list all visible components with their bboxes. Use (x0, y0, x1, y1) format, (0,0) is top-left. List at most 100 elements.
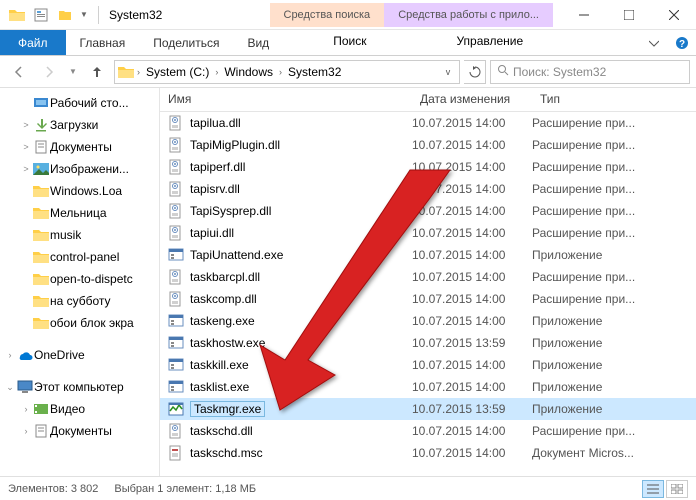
file-row[interactable]: taskkill.exe10.07.2015 14:00Приложение (160, 354, 696, 376)
file-date: 10.07.2015 14:00 (412, 138, 532, 152)
file-row[interactable]: TapiMigPlugin.dll10.07.2015 14:00Расшире… (160, 134, 696, 156)
file-row[interactable]: tapilua.dll10.07.2015 14:00Расширение пр… (160, 112, 696, 134)
chevron-right-icon[interactable]: › (213, 67, 220, 77)
column-date[interactable]: Дата изменения (412, 88, 532, 111)
file-row[interactable]: taskhostw.exe10.07.2015 13:59Приложение (160, 332, 696, 354)
chevron-icon[interactable]: > (20, 142, 32, 152)
file-row[interactable]: taskcomp.dll10.07.2015 14:00Расширение п… (160, 288, 696, 310)
file-row[interactable]: tapisrv.dll10.07.2015 14:00Расширение пр… (160, 178, 696, 200)
file-type: Расширение при... (532, 270, 696, 284)
file-icon (168, 203, 184, 219)
file-row[interactable]: tapiui.dll10.07.2015 14:00Расширение при… (160, 222, 696, 244)
folder-icon (32, 206, 50, 220)
forward-button[interactable] (36, 59, 62, 85)
breadcrumb-item[interactable]: System32 (284, 65, 345, 79)
sidebar-item[interactable]: >Документы (0, 136, 159, 158)
tab-manage[interactable]: Управление (436, 30, 543, 55)
file-date: 10.07.2015 14:00 (412, 270, 532, 284)
breadcrumb-item[interactable]: System (C:) (142, 65, 213, 79)
sidebar-item[interactable]: >Загрузки (0, 114, 159, 136)
sidebar-item-thispc[interactable]: ⌄ Этот компьютер (0, 376, 159, 398)
sidebar-item-onedrive[interactable]: › OneDrive (0, 344, 159, 366)
qat-dropdown-icon[interactable]: ▼ (78, 4, 90, 26)
column-type[interactable]: Тип (532, 88, 696, 111)
file-row[interactable]: TapiUnattend.exe10.07.2015 14:00Приложен… (160, 244, 696, 266)
sidebar-item[interactable]: >Изображени... (0, 158, 159, 180)
help-icon[interactable]: ? (668, 30, 696, 55)
file-row[interactable]: tasklist.exe10.07.2015 14:00Приложение (160, 376, 696, 398)
file-row[interactable]: taskbarcpl.dll 10.07.2015 14:00Расширение… (160, 266, 696, 288)
file-type: Приложение (532, 358, 696, 372)
chevron-right-icon[interactable]: › (277, 67, 284, 77)
address-dropdown-icon[interactable]: v (439, 67, 457, 77)
file-row[interactable]: tapiperf.dll10.07.2015 14:00Расширение п… (160, 156, 696, 178)
folder-icon (32, 228, 50, 242)
contextual-tab-app[interactable]: Средства работы с прило... (384, 3, 553, 27)
sidebar-item[interactable]: на субботу (0, 290, 159, 312)
file-rows[interactable]: tapilua.dll10.07.2015 14:00Расширение пр… (160, 112, 696, 476)
sidebar-item-documents[interactable]: › Документы (0, 420, 159, 442)
details-view-button[interactable] (642, 480, 664, 498)
file-type: Приложение (532, 380, 696, 394)
ribbon-expand-icon[interactable] (640, 30, 668, 55)
properties-icon[interactable] (30, 4, 52, 26)
file-icon (168, 401, 184, 417)
file-name: taskhostw.exe (190, 336, 265, 350)
navigation-pane[interactable]: Рабочий сто...>Загрузки>Документы>Изобра… (0, 88, 160, 476)
file-type: Приложение (532, 336, 696, 350)
icons-view-button[interactable] (666, 480, 688, 498)
breadcrumb-item[interactable]: Windows (220, 65, 277, 79)
tab-view[interactable]: Вид (233, 30, 283, 55)
chevron-icon[interactable]: > (20, 120, 32, 130)
file-date: 10.07.2015 14:00 (412, 204, 532, 218)
contextual-tab-search[interactable]: Средства поиска (270, 3, 385, 27)
file-row[interactable]: Taskmgr.exe10.07.2015 13:59Приложение (160, 398, 696, 420)
column-name[interactable]: Имя (160, 88, 412, 111)
tab-search[interactable]: Поиск (313, 30, 386, 55)
folder-icon (6, 4, 28, 26)
file-type: Расширение при... (532, 292, 696, 306)
chevron-right-icon[interactable]: › (135, 67, 142, 77)
tab-home[interactable]: Главная (66, 30, 140, 55)
sidebar-item[interactable]: Рабочий сто... (0, 92, 159, 114)
file-icon (168, 379, 184, 395)
file-type: Документ Micros... (532, 446, 696, 460)
sidebar-item[interactable]: control-panel (0, 246, 159, 268)
tab-file[interactable]: Файл (0, 30, 66, 55)
new-folder-icon[interactable] (54, 4, 76, 26)
search-input[interactable]: Поиск: System32 (490, 60, 690, 84)
file-name: taskbarcpl.dll (190, 270, 260, 284)
back-button[interactable] (6, 59, 32, 85)
sidebar-item[interactable]: open-to-dispetc (0, 268, 159, 290)
sidebar-item[interactable]: Мельница (0, 202, 159, 224)
file-row[interactable]: taskeng.exe10.07.2015 14:00Приложение (160, 310, 696, 332)
file-row[interactable]: taskschd.msc10.07.2015 14:00Документ Mic… (160, 442, 696, 464)
refresh-button[interactable] (464, 60, 486, 84)
folder-icon (32, 272, 50, 286)
column-headers: Имя Дата изменения Тип (160, 88, 696, 112)
sidebar-item[interactable]: обои блок экра (0, 312, 159, 334)
file-icon (168, 159, 184, 175)
chevron-icon[interactable]: > (20, 164, 32, 174)
file-date: 10.07.2015 14:00 (412, 182, 532, 196)
sidebar-item-video[interactable]: › Видео (0, 398, 159, 420)
maximize-button[interactable] (606, 0, 651, 30)
up-button[interactable] (84, 59, 110, 85)
file-date: 10.07.2015 14:00 (412, 248, 532, 262)
minimize-button[interactable] (561, 0, 606, 30)
chevron-down-icon[interactable]: ⌄ (4, 382, 16, 393)
file-name: TapiSysprep.dll (190, 204, 271, 218)
chevron-right-icon[interactable]: › (4, 350, 16, 360)
tab-share[interactable]: Поделиться (139, 30, 233, 55)
close-button[interactable] (651, 0, 696, 30)
recent-dropdown-icon[interactable]: ▼ (66, 59, 80, 85)
file-row[interactable]: taskschd.dll10.07.2015 14:00Расширение п… (160, 420, 696, 442)
file-name: taskcomp.dll (190, 292, 257, 306)
sidebar-item[interactable]: Windows.Loa (0, 180, 159, 202)
sidebar-item[interactable]: musik (0, 224, 159, 246)
documents-icon (32, 140, 50, 154)
file-row[interactable]: TapiSysprep.dll10.07.2015 14:00Расширени… (160, 200, 696, 222)
breadcrumb-bar[interactable]: › System (C:) › Windows › System32 v (114, 60, 460, 84)
file-icon (168, 247, 184, 263)
file-icon (168, 423, 184, 439)
